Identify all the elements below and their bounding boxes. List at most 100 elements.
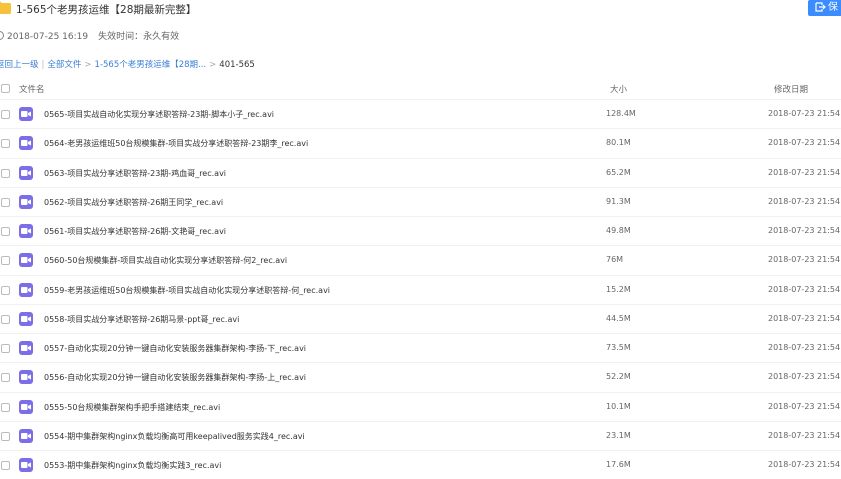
row-checkbox[interactable] [1,168,10,178]
file-date: 2018-07-23 21:54 [768,109,841,118]
row-checkbox[interactable] [1,197,10,207]
file-size: 76M [606,255,624,265]
row-checkbox[interactable] [1,344,10,353]
save-icon [815,2,826,12]
row-checkbox[interactable] [1,139,10,149]
clock-icon [0,31,4,40]
table-row[interactable]: 0553-期中集群架构nginx负载均衡实践3_rec.avi 17.6M 2018… [0,450,841,479]
video-file-icon [19,107,33,121]
file-size: 15.2M [606,284,631,294]
row-checkbox[interactable] [1,110,10,119]
file-date: 2018-07-23 21:54 [768,372,841,382]
file-size: 91.3M [606,196,631,206]
row-checkbox[interactable] [1,402,10,412]
file-date: 2018-07-23 21:54 [768,167,841,177]
column-header-date[interactable]: 修改日期 [774,83,808,95]
video-file-icon [19,165,33,180]
file-size: 23.1M [606,430,631,440]
folder-icon [0,1,11,14]
row-checkbox[interactable] [1,431,10,441]
save-button-label: 保 [828,2,838,13]
video-file-icon [19,458,33,472]
table-row[interactable]: 0556-自动化实现20分钟一键自动化安装服务器集群架构-李扬-上_rec.av… [0,362,841,391]
file-date: 2018-07-23 21:54 [768,313,841,323]
table-header: 文件名 大小 修改日期 [0,80,841,98]
file-size: 10.1M [606,401,631,411]
video-file-icon [19,282,33,297]
parent-folder-link[interactable]: 1-565个老男孩运维【28期... [95,60,207,70]
file-date: 2018-07-23 21:54 [768,401,841,411]
file-size: 44.5M [606,313,631,323]
file-date: 2018-07-23 21:54 [768,343,841,352]
video-file-icon [19,311,33,326]
file-size: 80.1M [606,138,631,148]
file-list: 0565-项目实战自动化实现分享述职答辩-23期-脚本小子_rec.avi 128… [0,99,841,479]
row-checkbox[interactable] [1,285,10,295]
share-date: 2018-07-25 16:19 [7,32,89,42]
expiry-label: 失效时间： [98,32,144,42]
row-checkbox[interactable] [1,461,10,470]
file-name[interactable]: 0563-项目实战分享述职答辩-23期-鸡血哥_rec.avi [44,168,226,179]
share-meta: 2018-07-25 16:19 失效时间：永久有效 [0,29,179,42]
file-size: 128.4M [606,109,636,118]
file-size: 52.2M [606,372,631,382]
table-row[interactable]: 0561-项目实战分享述职答辩-26期-文艳哥_rec.avi 49.8M 2018… [0,216,841,245]
table-row[interactable]: 0565-项目实战自动化实现分享述职答辩-23期-脚本小子_rec.avi 128… [0,99,841,128]
column-header-size[interactable]: 大小 [610,83,627,95]
file-size: 17.6M [606,460,631,469]
file-name[interactable]: 0553-期中集群架构nginx负载均衡实践3_rec.avi [44,460,221,471]
video-file-icon [19,253,33,268]
row-checkbox[interactable] [1,373,10,383]
table-row[interactable]: 0562-项目实战分享述职答辩-26期王同学_rec.avi 91.3M 2018-… [0,186,841,216]
file-name[interactable]: 0555-50台规模集群架构手把手搭建结束_rec.avi [44,402,220,413]
expiry-value: 永久有效 [143,32,180,42]
table-row[interactable]: 0554-期中集群架构nginx负载均衡高可用keepalived服务实践4_r… [0,420,841,450]
file-date: 2018-07-23 21:54 [768,255,841,265]
table-row[interactable]: 0557-自动化实现20分钟一键自动化安装服务器集群架构-李扬-下_rec.av… [0,333,841,362]
folder-title: 1-565个老男孩运维【28期最新完整】 [16,4,197,16]
row-checkbox[interactable] [1,314,10,324]
table-row[interactable]: 0559-老男孩运维班50台规模集群-项目实战自动化实现分享述职答辩-何_rec… [0,274,841,304]
video-file-icon [19,136,33,151]
video-file-icon [19,224,33,238]
video-file-icon [19,428,33,443]
file-date: 2018-07-23 21:54 [768,226,841,235]
file-size: 49.8M [606,226,631,235]
breadcrumb: 返回上一级 | 全部文件 >1-565个老男孩运维【28期... >401-565 [0,58,255,70]
table-row[interactable]: 0564-老男孩运维班50台规模集群-项目实战分享述职答辩-23期李_rec.a… [0,128,841,157]
file-name[interactable]: 0561-项目实战分享述职答辩-26期-文艳哥_rec.avi [44,226,226,237]
file-date: 2018-07-23 21:54 [768,196,841,206]
file-size: 73.5M [606,343,631,352]
file-name[interactable]: 0556-自动化实现20分钟一键自动化安装服务器集群架构-李扬-上_rec.av… [44,372,306,383]
file-name[interactable]: 0554-期中集群架构nginx负载均衡高可用keepalived服务实践4_r… [44,431,305,442]
video-file-icon [19,370,33,385]
file-date: 2018-07-23 21:54 [768,138,841,148]
table-row[interactable]: 0558-项目实战分享述职答辩-26期马景-ppt哥_rec.avi 44.5M 2… [0,303,841,333]
table-row[interactable]: 0555-50台规模集群架构手把手搭建结束_rec.avi 10.1M 2018-0… [0,391,841,421]
file-size: 65.2M [606,167,631,177]
column-header-name[interactable]: 文件名 [19,83,45,95]
video-file-icon [19,399,33,414]
file-name[interactable]: 0557-自动化实现20分钟一键自动化安装服务器集群架构-李扬-下_rec.av… [44,343,306,354]
share-header: 1-565个老男孩运维【28期最新完整】 2018-07-25 16:19 失效时… [0,0,841,50]
table-row[interactable]: 0560-50台规模集群-项目实战自动化实现分享述职答辩-何2_rec.avi 7… [0,245,841,274]
file-name[interactable]: 0564-老男孩运维班50台规模集群-项目实战分享述职答辩-23期李_rec.a… [44,138,308,149]
row-checkbox[interactable] [1,256,10,266]
file-name[interactable]: 0562-项目实战分享述职答辩-26期王同学_rec.avi [44,197,223,208]
file-name[interactable]: 0560-50台规模集群-项目实战自动化实现分享述职答辩-何2_rec.avi [44,255,287,266]
back-link[interactable]: 返回上一级 [0,60,39,70]
all-files-link[interactable]: 全部文件 [47,60,81,70]
file-name[interactable]: 0565-项目实战自动化实现分享述职答辩-23期-脚本小子_rec.avi [44,109,274,120]
file-name[interactable]: 0559-老男孩运维班50台规模集群-项目实战自动化实现分享述职答辩-何_rec… [44,285,330,296]
save-to-netdisk-button[interactable]: 保 [808,0,841,16]
video-file-icon [19,194,33,209]
select-all-checkbox[interactable] [1,84,10,93]
current-folder: 401-565 [219,60,255,70]
video-file-icon [19,341,33,355]
table-row[interactable]: 0563-项目实战分享述职答辩-23期-鸡血哥_rec.avi 65.2M 2018… [0,157,841,187]
row-checkbox[interactable] [1,227,10,236]
file-name[interactable]: 0558-项目实战分享述职答辩-26期马景-ppt哥_rec.avi [44,314,239,325]
file-date: 2018-07-23 21:54 [768,284,841,294]
file-date: 2018-07-23 21:54 [768,460,841,469]
file-date: 2018-07-23 21:54 [768,430,841,440]
